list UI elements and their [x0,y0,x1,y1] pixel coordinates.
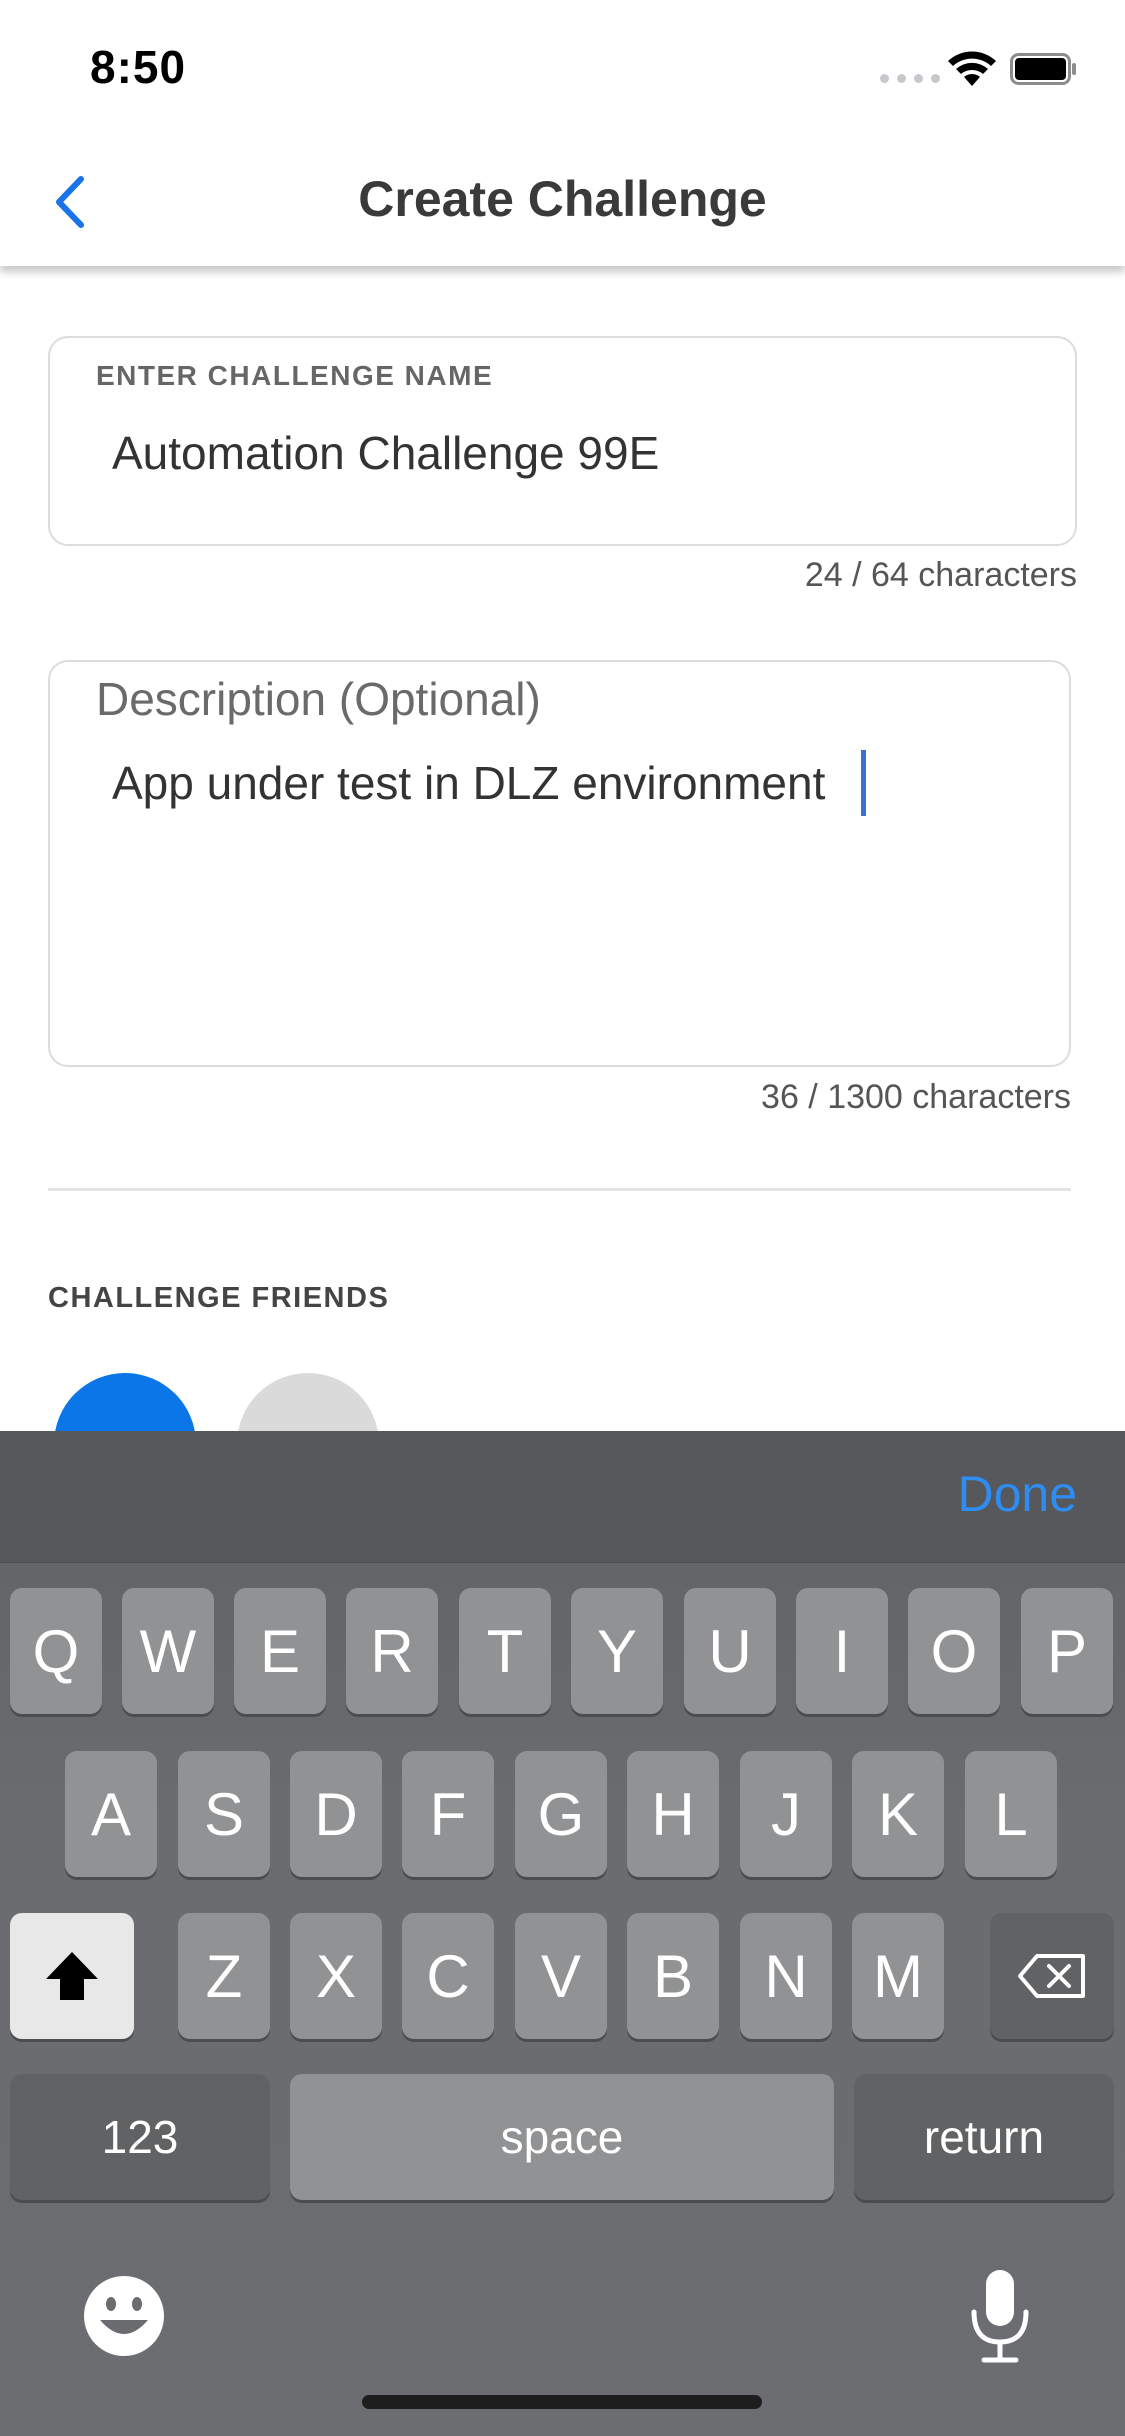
key-y[interactable]: Y [571,1588,663,1714]
backspace-key[interactable] [990,1913,1114,2039]
wifi-icon [948,51,996,86]
description-counter: 36 / 1300 characters [761,1078,1071,1116]
key-p[interactable]: P [1021,1588,1113,1714]
done-button[interactable]: Done [957,1465,1077,1523]
key-j[interactable]: J [740,1751,832,1877]
challenge-name-input[interactable]: Automation Challenge 99E [112,426,659,480]
shift-key[interactable] [10,1913,134,2039]
key-s[interactable]: S [178,1751,270,1877]
key-h[interactable]: H [627,1751,719,1877]
key-t[interactable]: T [459,1588,551,1714]
numbers-key[interactable]: 123 [10,2074,270,2200]
key-l[interactable]: L [965,1751,1057,1877]
key-o[interactable]: O [908,1588,1000,1714]
status-bar: 8:50 [0,0,1125,140]
challenge-name-counter: 24 / 64 characters [804,556,1077,594]
key-r[interactable]: R [346,1588,438,1714]
text-caret [861,750,867,816]
description-text: App under test in DLZ environment [112,757,826,809]
challenge-name-label: ENTER CHALLENGE NAME [96,360,494,391]
status-time: 8:50 [90,41,187,93]
key-n[interactable]: N [740,1913,832,2039]
key-d[interactable]: D [290,1751,382,1877]
space-key[interactable]: space [290,2074,834,2200]
key-f[interactable]: F [402,1751,494,1877]
key-a[interactable]: A [65,1751,157,1877]
key-g[interactable]: G [515,1751,607,1877]
emoji-icon[interactable] [82,2274,166,2358]
page-title: Create Challenge [358,171,767,227]
key-u[interactable]: U [684,1588,776,1714]
description-input[interactable]: App under test in DLZ environment [112,750,867,816]
challenge-name-field[interactable]: ENTER CHALLENGE NAME Automation Challeng… [48,336,1077,546]
backspace-icon [1018,1954,1085,1998]
description-label: Description (Optional) [96,673,541,725]
key-w[interactable]: W [122,1588,214,1714]
key-b[interactable]: B [627,1913,719,2039]
navigation-bar: Create Challenge [0,140,1125,266]
battery-icon [1010,53,1076,85]
home-indicator [362,2395,762,2409]
challenge-friends-heading: CHALLENGE FRIENDS [48,1282,390,1314]
key-c[interactable]: C [402,1913,494,2039]
key-i[interactable]: I [796,1588,888,1714]
return-key[interactable]: return [854,2074,1114,2200]
section-divider [48,1188,1071,1191]
description-field[interactable]: Description (Optional) App under test in… [48,660,1071,1067]
microphone-icon[interactable] [966,2268,1034,2364]
key-v[interactable]: V [515,1913,607,2039]
key-z[interactable]: Z [178,1913,270,2039]
key-q[interactable]: Q [10,1588,102,1714]
key-e[interactable]: E [234,1588,326,1714]
key-x[interactable]: X [290,1913,382,2039]
shift-icon [46,1952,98,2000]
keyboard-toolbar: Done [0,1431,1125,1563]
cellular-signal-icon [880,74,940,83]
key-k[interactable]: K [852,1751,944,1877]
key-m[interactable]: M [852,1913,944,2039]
